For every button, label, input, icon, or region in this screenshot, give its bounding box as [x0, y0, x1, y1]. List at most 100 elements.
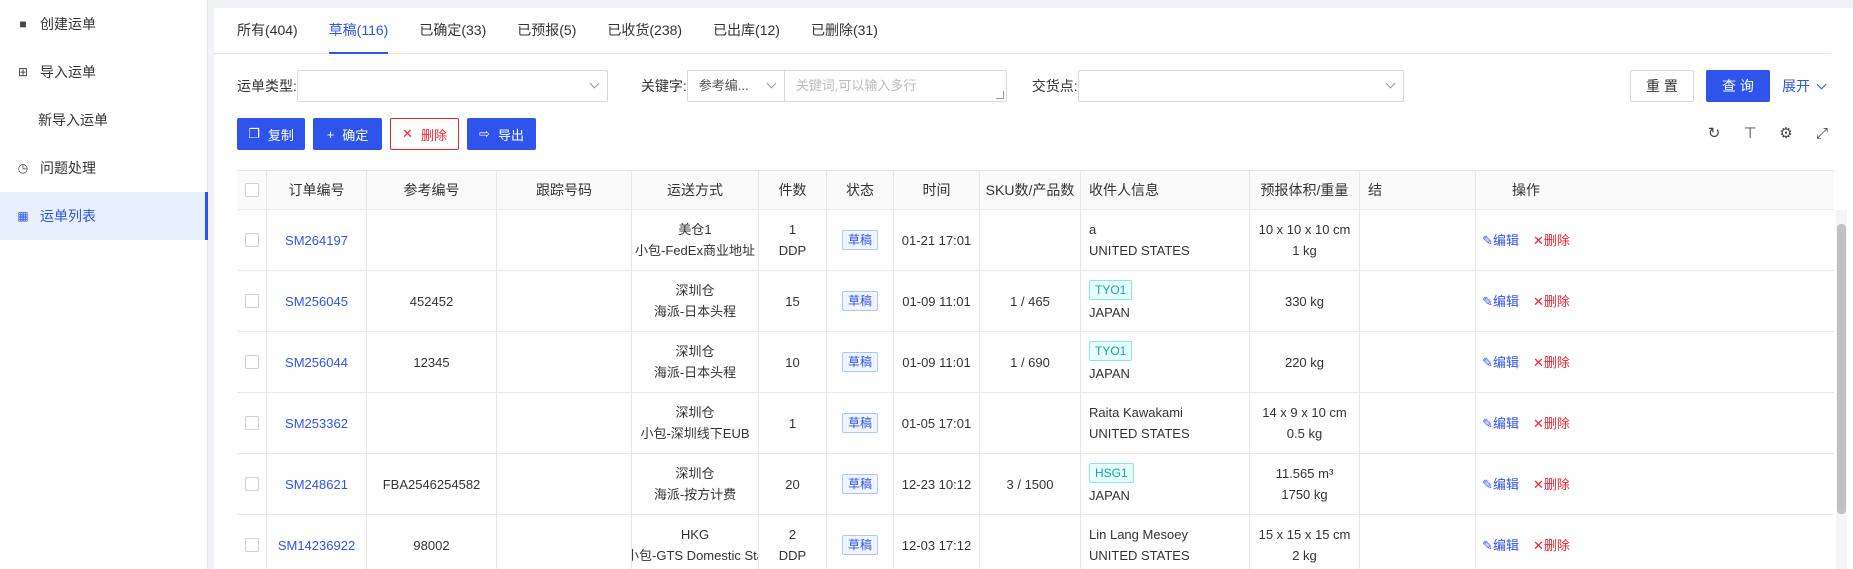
time-cell: 12-03 17:12 [894, 515, 980, 569]
edit-link[interactable]: ✎编辑 [1482, 230, 1519, 251]
order-no-link[interactable]: SM248621 [285, 474, 348, 495]
row-checkbox[interactable] [244, 477, 259, 491]
order-no-link[interactable]: SM256045 [285, 291, 348, 312]
edit-link[interactable]: ✎编辑 [1482, 474, 1519, 495]
sidebar-item-label: 问题处理 [40, 160, 96, 176]
row-checkbox[interactable] [244, 355, 259, 369]
query-button[interactable]: 查 询 [1706, 70, 1770, 102]
volume-value: 220 kg [1284, 354, 1325, 370]
status-cell: 草稿 [827, 515, 894, 569]
confirm-button[interactable]: + 确定 [313, 118, 382, 150]
close-icon: ✕ [1533, 354, 1544, 370]
settlement-cell [1360, 271, 1476, 331]
operation-cell: ✎编辑 ✕删除 [1476, 271, 1576, 331]
row-checkbox[interactable] [244, 538, 259, 552]
tab-received[interactable]: 已收货(238) [607, 20, 682, 53]
keyword-input[interactable]: 关键词,可以输入多行 [784, 70, 1007, 102]
waybill-panel: 所有(404) 草稿(116) 已确定(33) 已预报(5) 已收货(238) … [214, 8, 1853, 569]
keyword-field-select[interactable]: 参考编... [686, 70, 785, 102]
delivery-point-label: 交货点: [1031, 78, 1078, 94]
tab-forecast[interactable]: 已预报(5) [517, 20, 576, 53]
export-label: 导出 [497, 127, 524, 143]
header-shipping-method[interactable]: 运送方式 [632, 171, 759, 209]
tab-confirmed[interactable]: 已确定(33) [419, 20, 486, 53]
incoterm-value: DDP [778, 548, 807, 563]
order-no-link[interactable]: SM256044 [285, 352, 348, 373]
order-no-link[interactable]: SM14236922 [278, 535, 355, 556]
status-badge: 草稿 [841, 230, 878, 250]
volume-weight-cell: 15 x 15 x 15 cm 2 kg [1250, 515, 1360, 569]
edit-label: 编辑 [1492, 232, 1519, 248]
sidebar-item-create-waybill[interactable]: ■ 创建运单 [0, 0, 207, 48]
time-cell: 01-21 17:01 [894, 210, 980, 270]
delete-link[interactable]: ✕删除 [1533, 352, 1570, 373]
row-checkbox[interactable] [244, 416, 259, 430]
sidebar-item-new-import-waybill[interactable]: 新导入运单 [0, 96, 207, 144]
warehouse-name: 深圳仓 [675, 283, 715, 298]
table-row: SM256045 452452 深圳仓 海派-日本头程 15 草稿 01-09 11:01 1… [237, 271, 1834, 332]
sidebar-item-import-waybill[interactable]: ⊞ 导入运单 [0, 48, 207, 96]
delete-link[interactable]: ✕删除 [1533, 291, 1570, 312]
edit-icon: ✎ [1482, 354, 1493, 370]
delete-link[interactable]: ✕删除 [1533, 413, 1570, 434]
order-no-link[interactable]: SM253362 [285, 413, 348, 434]
header-time[interactable]: 时间 [894, 171, 980, 209]
vertical-scrollbar[interactable] [1836, 210, 1847, 569]
header-status[interactable]: 状态 [827, 171, 894, 209]
volume-value: 10 x 10 x 10 cm [1258, 222, 1351, 237]
edit-icon: ✎ [1482, 476, 1493, 492]
header-ref-no[interactable]: 参考编号 [367, 171, 497, 209]
delete-link[interactable]: ✕删除 [1533, 474, 1570, 495]
delete-link[interactable]: ✕删除 [1533, 230, 1570, 251]
tab-draft[interactable]: 草稿(116) [328, 20, 388, 54]
refresh-icon[interactable]: ↻ [1705, 124, 1723, 142]
copy-button[interactable]: ❐ 复制 [237, 118, 305, 150]
sidebar-item-waybill-list[interactable]: ▦ 运单列表 [0, 192, 208, 240]
chevron-down-icon [1385, 78, 1396, 89]
scrollbar-thumb[interactable] [1837, 224, 1846, 514]
header-recipient[interactable]: 收件人信息 [1081, 171, 1250, 209]
header-order-no[interactable]: 订单编号 [267, 171, 367, 209]
header-tracking-no[interactable]: 跟踪号码 [497, 171, 632, 209]
operation-cell: ✎编辑 ✕删除 [1476, 515, 1576, 569]
volume-weight-cell: 330 kg [1250, 271, 1360, 331]
tracking-no-cell [497, 393, 632, 453]
edit-link[interactable]: ✎编辑 [1482, 535, 1519, 556]
tab-deleted[interactable]: 已删除(31) [811, 20, 878, 53]
header-quantity[interactable]: 件数 [759, 171, 827, 209]
edit-link[interactable]: ✎编辑 [1482, 413, 1519, 434]
reset-button[interactable]: 重 置 [1630, 70, 1694, 102]
column-height-icon[interactable]: ⊤ [1741, 124, 1759, 142]
fullscreen-icon[interactable]: ⤢ [1813, 124, 1831, 142]
sidebar-item-issue-handling[interactable]: ◷ 问题处理 [0, 144, 207, 192]
delivery-point-select[interactable] [1077, 70, 1404, 102]
header-sku-count[interactable]: SKU数/产品数 [980, 171, 1081, 209]
export-button[interactable]: ⇨ 导出 [467, 118, 536, 150]
edit-link[interactable]: ✎编辑 [1482, 291, 1519, 312]
expand-label: 展开 [1782, 78, 1810, 94]
settlement-cell [1360, 515, 1476, 569]
delete-button[interactable]: ✕ 删除 [390, 118, 459, 150]
row-checkbox[interactable] [244, 233, 259, 247]
settlement-cell [1360, 332, 1476, 392]
header-volume-weight[interactable]: 预报体积/重量 [1250, 171, 1360, 209]
waybill-type-select[interactable] [296, 70, 608, 102]
box-icon: ■ [19, 17, 27, 31]
tab-shipped[interactable]: 已出库(12) [713, 20, 780, 53]
header-settlement[interactable]: 结 [1360, 171, 1476, 209]
tab-all[interactable]: 所有(404) [237, 20, 298, 53]
edit-link[interactable]: ✎编辑 [1482, 352, 1519, 373]
table-body: SM264197 美仓1 小包-FedEx商业地址 1 DDP 草稿 01-21 17:01… [237, 210, 1834, 569]
status-badge: 草稿 [841, 352, 878, 372]
quantity-cell: 15 [759, 271, 827, 331]
expand-toggle[interactable]: 展开 [1782, 76, 1827, 96]
row-checkbox[interactable] [244, 294, 259, 308]
order-no-link[interactable]: SM264197 [285, 230, 348, 251]
select-all-checkbox[interactable] [244, 183, 259, 197]
gear-icon[interactable]: ⚙ [1777, 124, 1795, 142]
delete-link[interactable]: ✕删除 [1533, 535, 1570, 556]
delete-label: 删除 [420, 127, 447, 143]
close-icon: ✕ [1533, 537, 1544, 553]
quantity-cell: 2 DDP [759, 515, 827, 569]
delete-label: 删除 [1543, 537, 1570, 553]
